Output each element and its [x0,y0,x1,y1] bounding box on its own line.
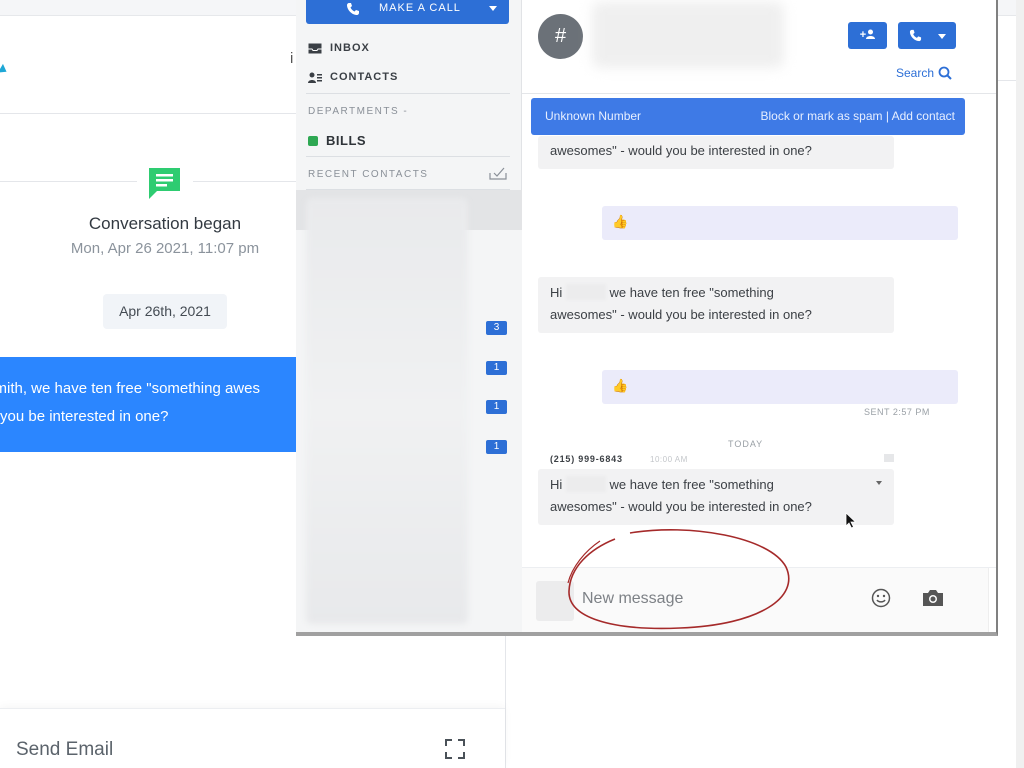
message-menu-icon[interactable] [876,481,882,485]
avatar: # [538,14,583,59]
sender-phone-number: (215) 999-6843 [550,454,623,464]
redacted-name [565,476,606,492]
message-text: we have ten free "something [609,477,774,492]
unread-count-badge: 1 [486,400,507,414]
incoming-message[interactable]: Hi we have ten free "something awesomes"… [538,469,894,525]
block-or-add-contact-links[interactable]: Block or mark as spam | Add contact [760,109,955,123]
message-text: Hi [550,477,563,492]
message-text: you be interested in one? [0,408,169,425]
scrollbar[interactable] [988,568,996,632]
unread-count-badge: 3 [486,321,507,335]
column-divider [505,636,506,768]
add-contact-button[interactable]: + [848,22,887,49]
camera-icon[interactable] [922,588,944,608]
outgoing-message: 👍 [602,206,958,240]
date-chip: Apr 26th, 2021 [103,294,227,329]
sidebar-item-contacts[interactable]: CONTACTS [308,71,398,83]
departments-heading[interactable]: DEPARTMENTS - [308,106,408,117]
sidebar-item-label: INBOX [330,42,370,54]
expand-icon[interactable] [444,738,466,760]
make-call-label: MAKE A CALL [379,2,461,14]
info-glyph: i [290,50,294,67]
conversation-panel: # + Search awesomes" - would you be inte… [522,0,996,632]
make-a-call-button[interactable]: MAKE A CALL [306,0,509,24]
message-text: we have ten free "something [609,285,774,300]
outgoing-message: 👍 [602,370,958,404]
unread-count-badge: 1 [486,361,507,375]
message-text: n Smith, we have ten free "something awe… [0,380,260,397]
contacts-icon [308,72,322,83]
sidebar-item-inbox[interactable]: INBOX [308,42,370,54]
emoji-icon[interactable] [871,588,891,608]
department-color-dot [308,136,318,146]
message-composer [522,567,996,632]
search-icon [938,66,952,80]
redacted-name [565,284,606,300]
sent-timestamp: SENT 2:57 PM [864,407,930,417]
search-label: Search [896,66,935,80]
timeline-line [193,181,296,182]
call-button[interactable] [898,22,956,49]
thumbs-up-icon: 👍 [612,378,629,393]
message-timestamp: 10:00 AM [650,455,688,464]
mouse-cursor-icon [845,512,857,529]
chat-bubble-icon [149,168,180,199]
chevron-down-icon[interactable] [489,6,497,11]
unread-count-badge: 1 [486,440,507,454]
message-text: awesomes" - would you be interested in o… [550,499,812,514]
unknown-number-label: Unknown Number [545,109,642,123]
inbox-icon [308,43,322,54]
send-email-panel[interactable]: Send Email [0,708,505,768]
message-text: awesomes" - would you be interested in o… [550,307,812,322]
conversation-began-title: Conversation began [88,214,242,233]
recent-contacts-list[interactable]: 3 1 1 1 [296,190,522,632]
scrollbar[interactable] [1016,0,1024,768]
conversation-date: Mon, Apr 26 2021, 11:07 pm [70,240,260,257]
new-message-input[interactable] [582,584,842,614]
search-link[interactable]: Search [896,66,952,80]
divider [522,93,996,94]
chevron-down-icon[interactable] [938,34,946,39]
sidebar-item-bills[interactable]: BILLS [308,133,366,148]
header-divider [0,113,296,114]
divider [306,156,510,157]
person-icon [866,29,876,39]
incoming-message: Hi we have ten free "something awesomes"… [538,277,894,333]
mark-all-read-icon[interactable] [489,167,507,180]
unknown-number-banner: Unknown Number Block or mark as spam | A… [531,98,965,135]
sidebar-item-label: BILLS [326,133,367,148]
phone-icon [347,3,359,15]
recent-contacts-heading: RECENT CONTACTS [308,169,429,180]
timeline-line [0,181,137,182]
day-separator: TODAY [728,439,764,449]
phone-icon [909,29,922,42]
thumbs-up-icon: 👍 [612,214,629,229]
redacted-contact-name [592,2,784,68]
divider [306,93,510,94]
chevron-icon[interactable] [0,63,10,77]
redacted-contacts [306,198,468,624]
flag-icon[interactable] [884,454,894,462]
message-text: Hi [550,285,563,300]
phone-app-window: MAKE A CALL INBOX CONTACTS DEPARTMENTS -… [296,0,998,636]
sidebar-item-label: CONTACTS [330,71,399,83]
send-email-label[interactable]: Send Email [16,739,113,761]
incoming-message: awesomes" - would you be interested in o… [538,136,894,169]
avatar [536,581,574,621]
message-text: awesomes" - would you be interested in o… [550,143,812,158]
phone-sidebar: MAKE A CALL INBOX CONTACTS DEPARTMENTS -… [296,0,522,632]
sent-message-bubble: n Smith, we have ten free "something awe… [0,357,296,452]
